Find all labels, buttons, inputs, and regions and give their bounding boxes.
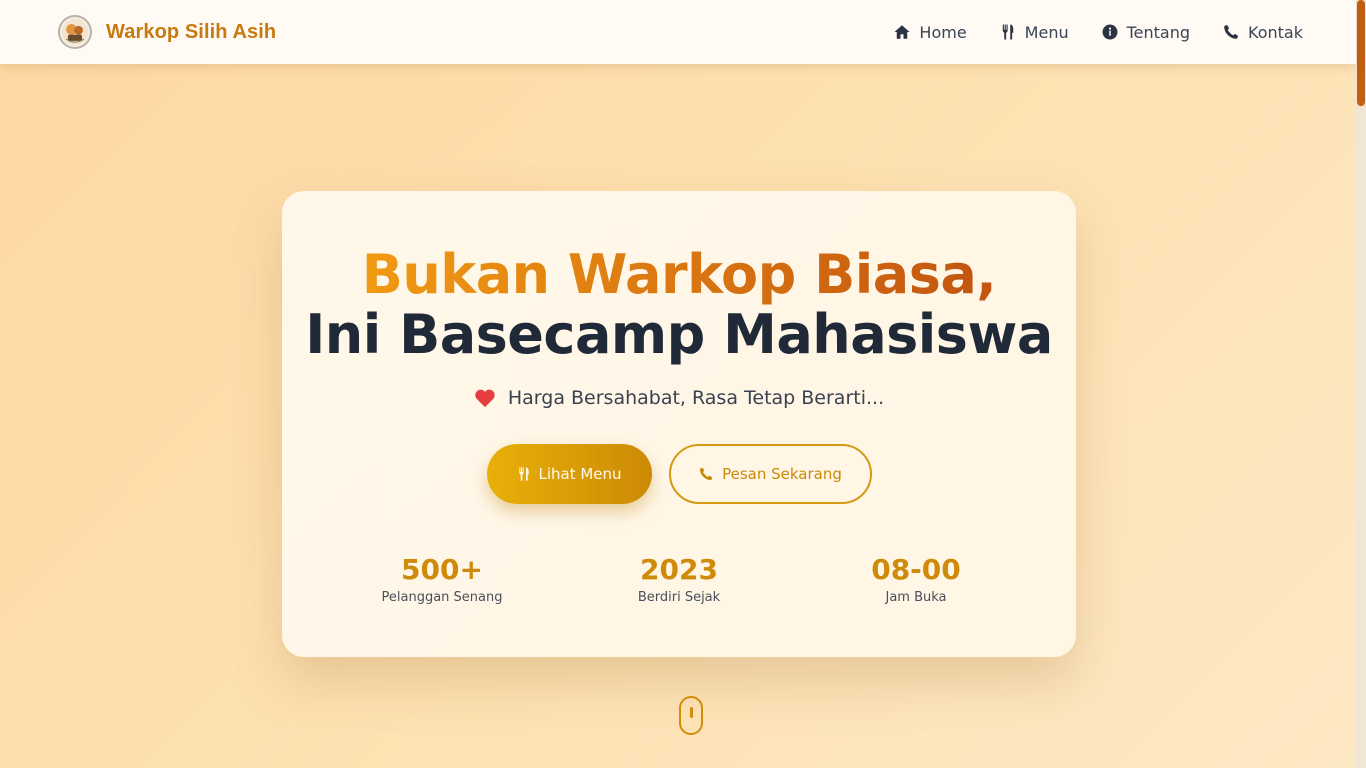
nav-link-label: Menu (1024, 22, 1069, 42)
scrollbar[interactable] (1356, 0, 1366, 768)
nav-link-label: Tentang (1126, 22, 1191, 42)
stat-hours: 08-00 Jam Buka (798, 553, 1035, 605)
hero-card: Bukan Warkop Biasa, Ini Basecamp Mahasis… (282, 191, 1076, 657)
headline-line2: Ini Basecamp Mahasiswa (305, 303, 1053, 366)
stat-customers: 500+ Pelanggan Senang (324, 553, 561, 605)
stat-label: Jam Buka (885, 590, 947, 605)
navbar: Warkop Silih Asih Home Menu Tentang Kont… (0, 0, 1356, 64)
phone-icon (700, 467, 713, 481)
scroll-down-indicator[interactable] (679, 696, 703, 735)
view-menu-label: Lihat Menu (538, 465, 622, 483)
nav-link-home[interactable]: Home (893, 22, 967, 42)
nav-links: Home Menu Tentang Kontak (893, 23, 1303, 42)
headline-line1: Bukan Warkop Biasa, (361, 243, 997, 306)
hero-buttons: Lihat Menu Pesan Sekarang (282, 444, 1076, 504)
nav-link-kontak[interactable]: Kontak (1222, 23, 1303, 42)
home-icon (894, 25, 910, 39)
stat-founded: 2023 Berdiri Sejak (561, 553, 798, 605)
logo-icon (58, 15, 92, 49)
stat-label: Pelanggan Senang (381, 590, 503, 605)
utensils-icon (519, 467, 530, 481)
view-menu-button[interactable]: Lihat Menu (486, 444, 652, 504)
heart-icon (475, 389, 495, 408)
tagline-text: Harga Bersahabat, Rasa Tetap Berarti... (507, 387, 885, 409)
order-now-button[interactable]: Pesan Sekarang (668, 444, 872, 504)
brand-name: Warkop Silih Asih (106, 20, 277, 43)
stat-label: Berdiri Sejak (637, 590, 721, 605)
info-icon (1102, 24, 1118, 40)
nav-link-menu[interactable]: Menu (999, 23, 1069, 42)
scroll-indicator-dot (690, 707, 693, 718)
stat-value: 2023 (640, 553, 718, 586)
tagline: Harga Bersahabat, Rasa Tetap Berarti... (282, 387, 1076, 409)
utensils-icon (1002, 24, 1013, 40)
stats: 500+ Pelanggan Senang 2023 Berdiri Sejak… (282, 553, 1076, 605)
nav-link-label: Home (919, 22, 967, 42)
scrollbar-thumb[interactable] (1357, 0, 1365, 106)
stat-value: 500+ (401, 553, 483, 586)
brand[interactable]: Warkop Silih Asih (58, 15, 276, 49)
nav-link-label: Kontak (1248, 22, 1303, 42)
phone-icon (1224, 24, 1239, 39)
stat-value: 08-00 (871, 553, 961, 586)
nav-link-tentang[interactable]: Tentang (1101, 23, 1190, 42)
order-now-label: Pesan Sekarang (722, 465, 842, 483)
headline-line1-wrap: Bukan Warkop Biasa, (282, 243, 1076, 307)
